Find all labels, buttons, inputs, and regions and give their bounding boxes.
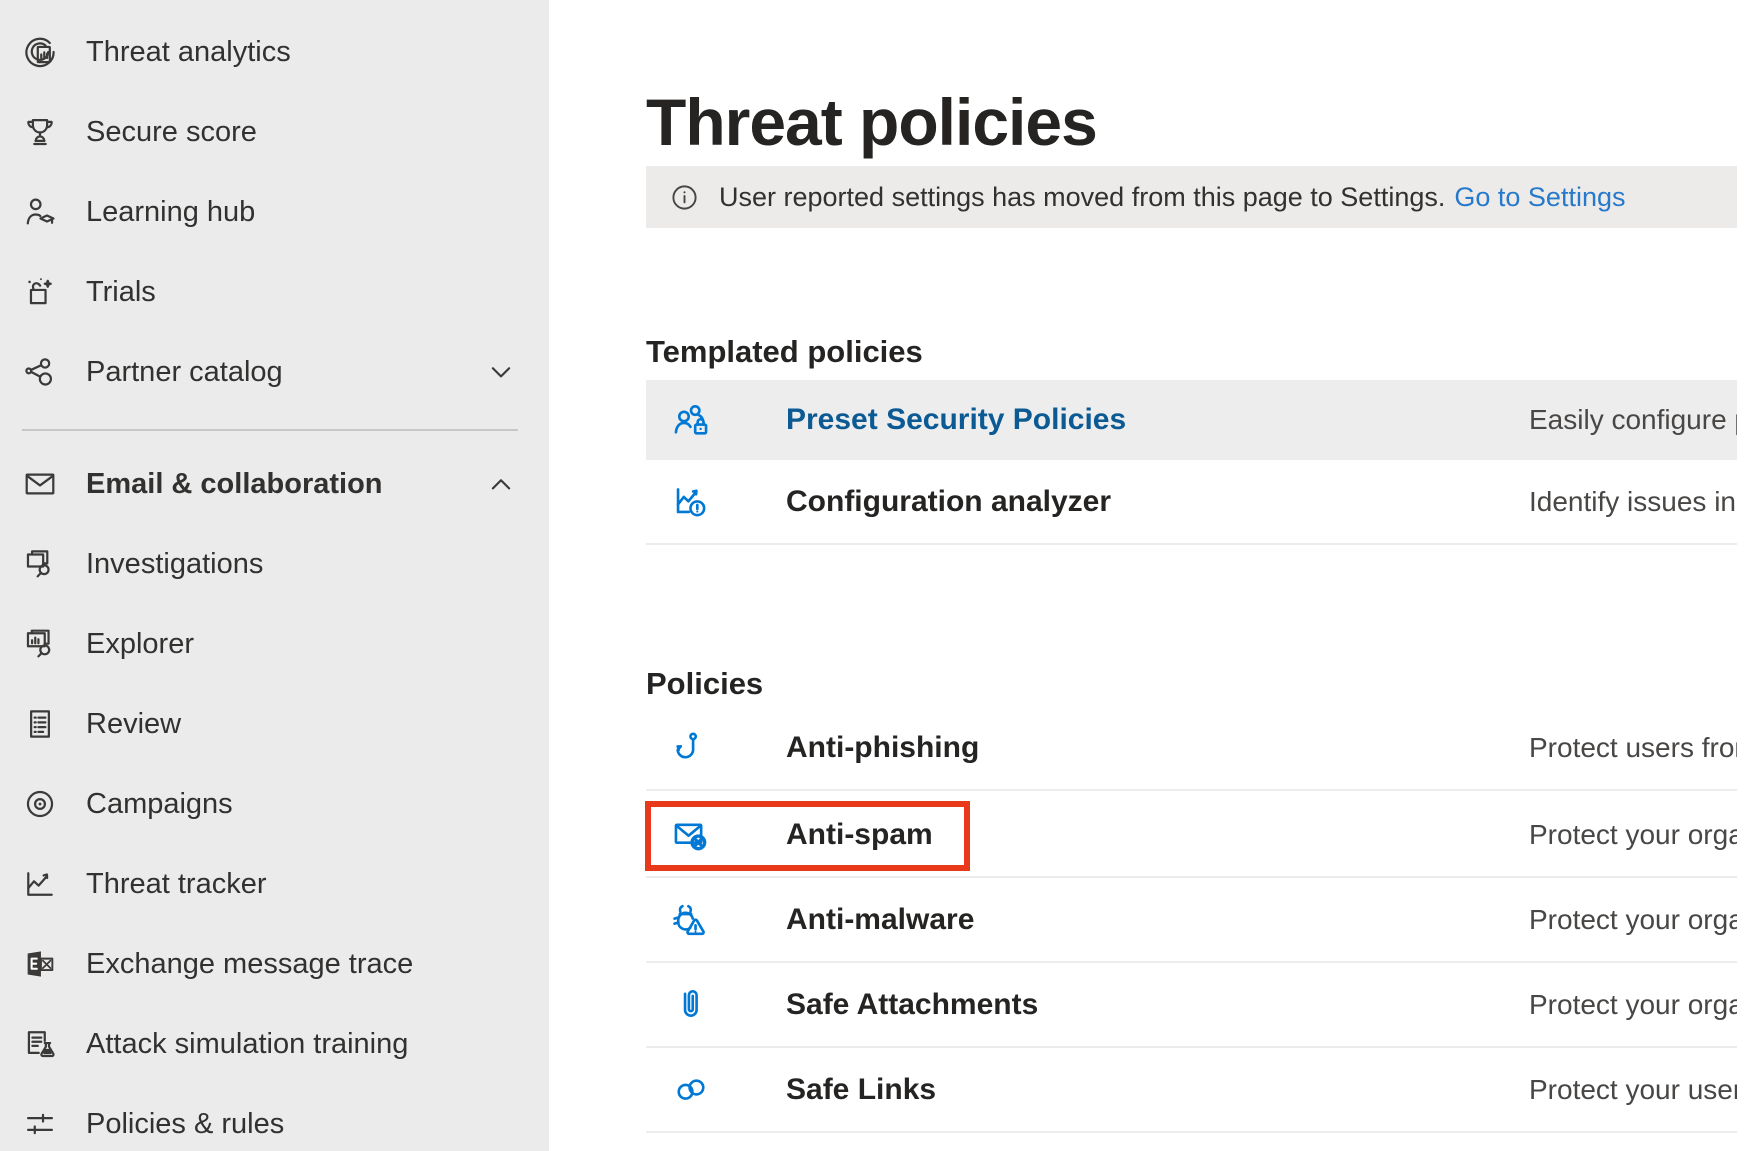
row-label[interactable]: Safe Attachments — [786, 988, 1038, 1022]
sidebar-item-label: Exchange message trace — [86, 948, 413, 981]
row-anti-phishing[interactable]: Anti-phishing Protect users from p — [646, 706, 1737, 789]
configuration-analyzer-icon — [670, 481, 712, 523]
anti-phishing-icon — [670, 727, 712, 769]
sidebar-item-label: Threat analytics — [86, 36, 291, 69]
sidebar-item-label: Secure score — [86, 116, 257, 149]
mail-icon — [21, 465, 59, 503]
sidebar: Threat analytics Secure score Learning h… — [0, 0, 549, 1151]
exchange-icon — [21, 945, 59, 983]
row-label[interactable]: Anti-phishing — [786, 731, 979, 765]
chevron-up-icon[interactable] — [486, 469, 516, 499]
sidebar-item-label: Policies & rules — [86, 1108, 284, 1141]
sidebar-item-campaigns[interactable]: Campaigns — [0, 764, 549, 844]
partner-catalog-icon — [21, 353, 59, 391]
sidebar-item-label: Explorer — [86, 628, 194, 661]
campaigns-icon — [21, 785, 59, 823]
sidebar-item-label: Investigations — [86, 548, 263, 581]
row-divider — [646, 789, 1737, 791]
sidebar-item-secure-score[interactable]: Secure score — [0, 92, 549, 172]
safe-attachments-icon — [670, 984, 712, 1026]
row-safe-attachments[interactable]: Safe Attachments Protect your organiz — [646, 963, 1737, 1046]
row-label[interactable]: Anti-spam — [786, 818, 933, 852]
row-anti-spam[interactable]: Anti-spam Protect your organiz — [646, 793, 1737, 876]
threat-analytics-icon — [21, 33, 59, 71]
sidebar-item-trials[interactable]: Trials — [0, 252, 549, 332]
row-anti-malware[interactable]: Anti-malware Protect your organiz — [646, 878, 1737, 961]
row-divider — [646, 1131, 1737, 1133]
banner-text: User reported settings has moved from th… — [719, 182, 1445, 213]
row-label[interactable]: Anti-malware — [786, 903, 974, 937]
row-safe-links[interactable]: Safe Links Protect your users fr — [646, 1048, 1737, 1131]
row-configuration-analyzer[interactable]: Configuration analyzer Identify issues i… — [646, 460, 1737, 543]
row-label[interactable]: Configuration analyzer — [786, 485, 1111, 519]
safe-links-icon — [670, 1069, 712, 1111]
secure-score-icon — [21, 113, 59, 151]
threat-tracker-icon — [21, 865, 59, 903]
row-description: Easily configure prot — [1529, 404, 1737, 436]
sidebar-item-policies-rules[interactable]: Policies & rules — [0, 1084, 549, 1151]
sidebar-item-label: Campaigns — [86, 788, 233, 821]
policies-rules-icon — [21, 1105, 59, 1143]
row-divider — [646, 543, 1737, 545]
sidebar-item-email-collaboration[interactable]: Email & collaboration — [0, 444, 549, 524]
info-icon — [669, 182, 700, 213]
explorer-icon — [21, 625, 59, 663]
learning-hub-icon — [21, 193, 59, 231]
row-label[interactable]: Preset Security Policies — [786, 403, 1126, 437]
row-description: Protect your organiz — [1529, 819, 1737, 851]
sidebar-item-threat-analytics[interactable]: Threat analytics — [0, 12, 549, 92]
trials-icon — [21, 273, 59, 311]
investigations-icon — [21, 545, 59, 583]
row-description: Protect users from p — [1529, 732, 1737, 764]
sidebar-item-attack-simulation-training[interactable]: Attack simulation training — [0, 1004, 549, 1084]
sidebar-item-label: Partner catalog — [86, 356, 283, 389]
threat-policies-screen: Threat analytics Secure score Learning h… — [0, 0, 1744, 1151]
sidebar-item-label: Review — [86, 708, 181, 741]
sidebar-item-partner-catalog[interactable]: Partner catalog — [0, 332, 549, 412]
page-title: Threat policies — [646, 84, 1097, 160]
sidebar-item-review[interactable]: Review — [0, 684, 549, 764]
info-banner: User reported settings has moved from th… — [646, 166, 1737, 228]
row-preset-security-policies[interactable]: Preset Security Policies Easily configur… — [646, 380, 1737, 460]
sidebar-item-explorer[interactable]: Explorer — [0, 604, 549, 684]
sidebar-item-label: Threat tracker — [86, 868, 267, 901]
row-description: Protect your users fr — [1529, 1074, 1737, 1106]
preset-security-policies-icon — [670, 399, 712, 441]
anti-spam-icon — [670, 814, 712, 856]
anti-malware-icon — [670, 899, 712, 941]
sidebar-item-label: Trials — [86, 276, 156, 309]
sidebar-item-label: Email & collaboration — [86, 468, 383, 501]
sidebar-item-label: Attack simulation training — [86, 1028, 408, 1061]
sidebar-divider — [22, 429, 518, 431]
row-description: Protect your organiz — [1529, 904, 1737, 936]
go-to-settings-link[interactable]: Go to Settings — [1454, 182, 1625, 213]
chevron-down-icon[interactable] — [486, 357, 516, 387]
sidebar-item-investigations[interactable]: Investigations — [0, 524, 549, 604]
sidebar-item-label: Learning hub — [86, 196, 255, 229]
row-label[interactable]: Safe Links — [786, 1073, 936, 1107]
sidebar-item-exchange-message-trace[interactable]: Exchange message trace — [0, 924, 549, 1004]
section-heading-policies: Policies — [646, 666, 763, 702]
attack-simulation-icon — [21, 1025, 59, 1063]
row-description: Protect your organiz — [1529, 989, 1737, 1021]
section-heading-templated-policies: Templated policies — [646, 334, 923, 370]
row-description: Identify issues in you — [1529, 486, 1737, 518]
review-icon — [21, 705, 59, 743]
sidebar-item-threat-tracker[interactable]: Threat tracker — [0, 844, 549, 924]
sidebar-item-learning-hub[interactable]: Learning hub — [0, 172, 549, 252]
